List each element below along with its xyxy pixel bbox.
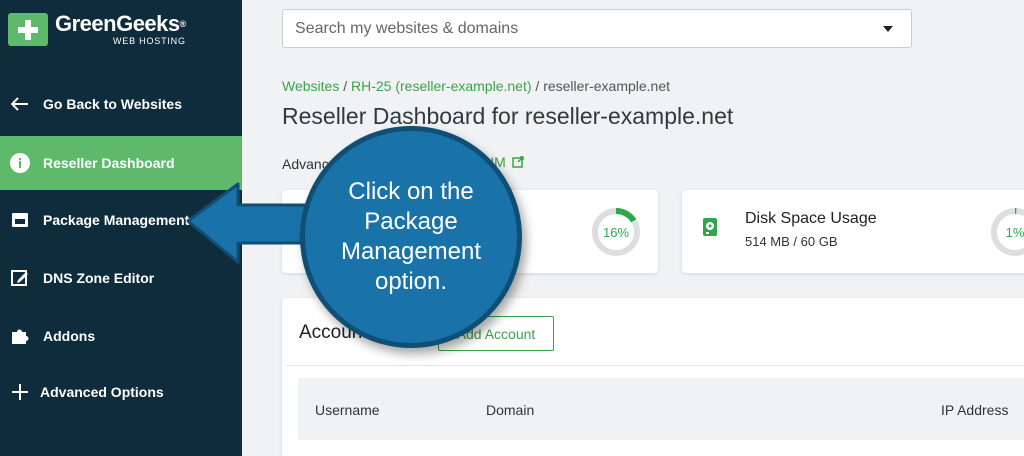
usage-gauge-1: 16% (590, 206, 642, 263)
package-icon (10, 210, 30, 230)
edit-icon (10, 268, 30, 288)
page-title: Reseller Dashboard for reseller-example.… (282, 103, 734, 129)
sidebar-item-label: DNS Zone Editor (43, 270, 155, 286)
sidebar-item-label: Advanced Options (40, 384, 164, 400)
column-header-username[interactable]: Username (315, 402, 380, 418)
sidebar: GreenGeeks® WEB HOSTING Go Back to Websi… (0, 0, 242, 456)
sidebar-item-label: Addons (43, 328, 96, 344)
logo-registered: ® (179, 19, 187, 29)
hard-drive-icon (702, 217, 718, 242)
gauge-percent: 1% (1006, 225, 1024, 240)
sidebar-item-dns-zone-editor[interactable]: DNS Zone Editor (0, 251, 242, 305)
disk-usage-title: Disk Space Usage (745, 210, 877, 227)
breadcrumb-separator: / (535, 78, 540, 94)
info-icon (10, 153, 30, 173)
callout-text: Click on the Package Management option. (340, 178, 482, 295)
disk-usage-card: Disk Space Usage 514 MB / 60 GB 1% (682, 190, 1024, 273)
divider (286, 365, 1024, 366)
column-header-domain[interactable]: Domain (486, 402, 534, 418)
annotation-callout: Click on the Package Management option. (300, 126, 522, 348)
sidebar-item-label: Package Management (43, 212, 190, 228)
plus-icon (10, 382, 30, 402)
arrow-left-icon (10, 94, 30, 114)
logo-plus-icon (8, 13, 48, 46)
puzzle-icon (10, 326, 30, 346)
sidebar-item-advanced-options[interactable]: Advanced Options (0, 365, 242, 419)
disk-usage-value: 514 MB / 60 GB (745, 234, 838, 249)
gauge-percent: 16% (603, 225, 629, 240)
greengeeks-logo[interactable]: GreenGeeks® WEB HOSTING (8, 13, 186, 48)
breadcrumb: Websites / RH-25 (reseller-example.net) … (282, 78, 670, 94)
logo-name: GreenGeeks (55, 11, 180, 36)
sidebar-item-go-back[interactable]: Go Back to Websites (0, 77, 242, 131)
app-window: GreenGeeks® WEB HOSTING Go Back to Websi… (0, 0, 1024, 456)
breadcrumb-current: reseller-example.net (543, 78, 671, 94)
breadcrumb-rh25[interactable]: RH-25 (reseller-example.net) (351, 78, 532, 94)
sidebar-item-label: Go Back to Websites (43, 96, 183, 112)
external-link-icon (512, 156, 524, 168)
logo-text: GreenGeeks® WEB HOSTING (55, 13, 186, 48)
chevron-down-icon[interactable] (883, 26, 893, 32)
search-placeholder: Search my websites & domains (295, 19, 519, 37)
breadcrumb-websites[interactable]: Websites (282, 78, 339, 94)
sidebar-item-label: Reseller Dashboard (43, 155, 175, 171)
sidebar-item-reseller-dashboard[interactable]: Reseller Dashboard (0, 136, 242, 190)
search-select[interactable]: Search my websites & domains (282, 9, 912, 48)
sidebar-item-package-management[interactable]: Package Management (0, 193, 242, 247)
accounts-table-header: Username Domain IP Address (298, 378, 1024, 440)
column-header-ip-address[interactable]: IP Address (941, 402, 1008, 418)
usage-gauge-2: 1% (989, 206, 1024, 263)
breadcrumb-separator: / (343, 78, 348, 94)
sidebar-item-addons[interactable]: Addons (0, 309, 242, 363)
logo-subtitle: WEB HOSTING (112, 36, 186, 46)
